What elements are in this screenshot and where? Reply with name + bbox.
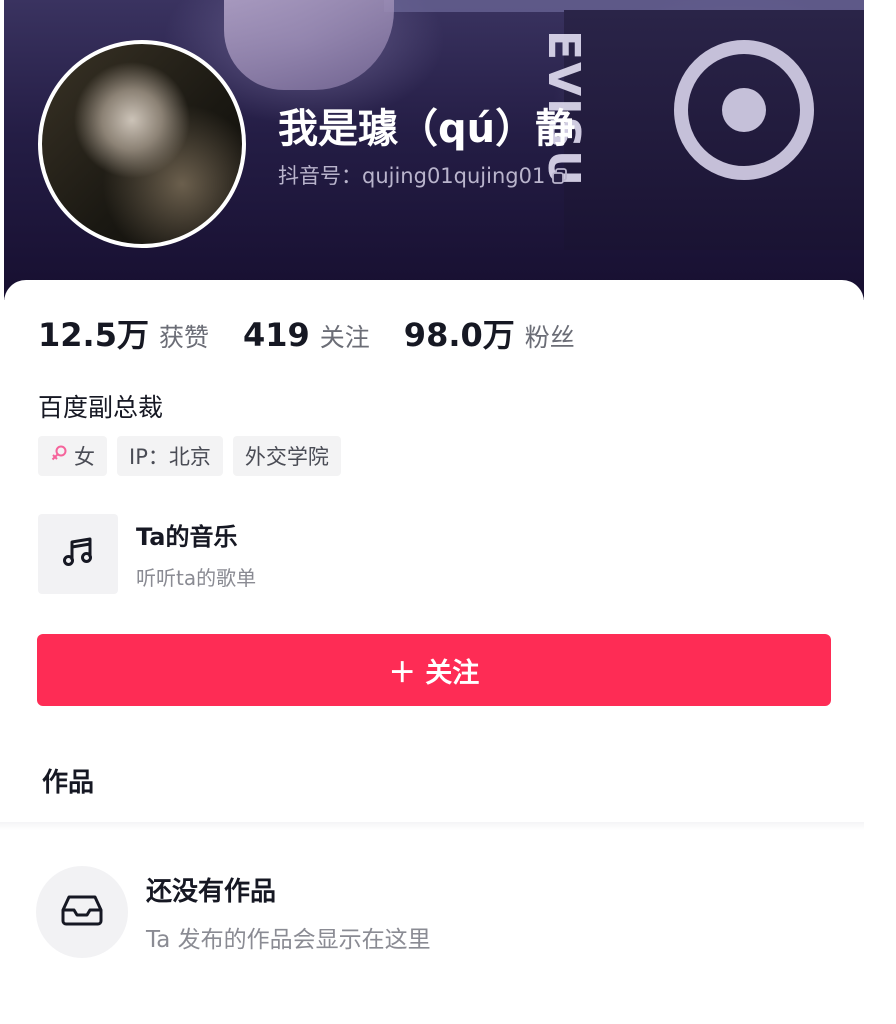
works-empty-state: 还没有作品 Ta 发布的作品会显示在这里 (36, 866, 431, 958)
empty-subtitle: Ta 发布的作品会显示在这里 (146, 926, 431, 953)
music-title: Ta的音乐 (136, 523, 238, 551)
section-divider (0, 822, 864, 830)
tag-ip: IP：北京 (117, 436, 223, 476)
tag-school[interactable]: 外交学院 (232, 436, 341, 476)
tag-gender-label: 女 (74, 445, 95, 469)
stat-likes-label: 获赞 (158, 323, 209, 352)
inbox-tray-icon (60, 893, 104, 931)
profile-nickname: 我是璩（qú）静 (278, 106, 576, 152)
stat-following-value: 419 (242, 316, 310, 354)
music-subtitle: 听听ta的歌单 (136, 566, 257, 590)
copy-icon[interactable] (551, 166, 569, 184)
profile-tags: 女 IP：北京 外交学院 (38, 436, 341, 476)
music-icon-box (38, 514, 118, 594)
follow-button[interactable]: ＋ 关注 (37, 634, 831, 706)
douyin-id-text: 抖音号：qujing01qujing01 (278, 164, 546, 188)
douyin-id-row[interactable]: 抖音号：qujing01qujing01 (278, 160, 569, 190)
stat-following-label: 关注 (319, 323, 370, 352)
empty-icon-circle (36, 866, 128, 958)
stat-followers-label: 粉丝 (524, 323, 575, 352)
profile-bio: 百度副总裁 (38, 393, 164, 422)
profile-card: 12.5万 获赞 419 关注 98.0万 粉丝 百度副总裁 女 IP：北京 外… (4, 280, 864, 820)
stat-followers-value: 98.0万 (403, 316, 515, 354)
stat-likes[interactable]: 12.5万 获赞 (38, 310, 209, 356)
stats-row: 12.5万 获赞 419 关注 98.0万 粉丝 (38, 310, 609, 356)
tag-gender: 女 (38, 436, 107, 476)
music-note-icon (60, 534, 96, 574)
music-entry[interactable]: Ta的音乐 听听ta的歌单 (38, 514, 256, 594)
works-section-title[interactable]: 作品 (42, 762, 94, 799)
stat-following[interactable]: 419 关注 (243, 316, 370, 354)
female-icon (50, 444, 68, 469)
banner-emblem (674, 40, 814, 180)
music-text: Ta的音乐 听听ta的歌单 (136, 517, 256, 591)
stat-followers[interactable]: 98.0万 粉丝 (404, 310, 575, 356)
empty-title: 还没有作品 (146, 876, 277, 907)
avatar[interactable] (38, 40, 246, 248)
empty-text: 还没有作品 Ta 发布的作品会显示在这里 (146, 871, 431, 954)
banner-photo-hand (224, 0, 394, 90)
profile-page: EVISU 我是璩（qú）静 抖音号：qujing01qujing01 12.5… (0, 0, 896, 1024)
stat-likes-value: 12.5万 (38, 316, 149, 354)
